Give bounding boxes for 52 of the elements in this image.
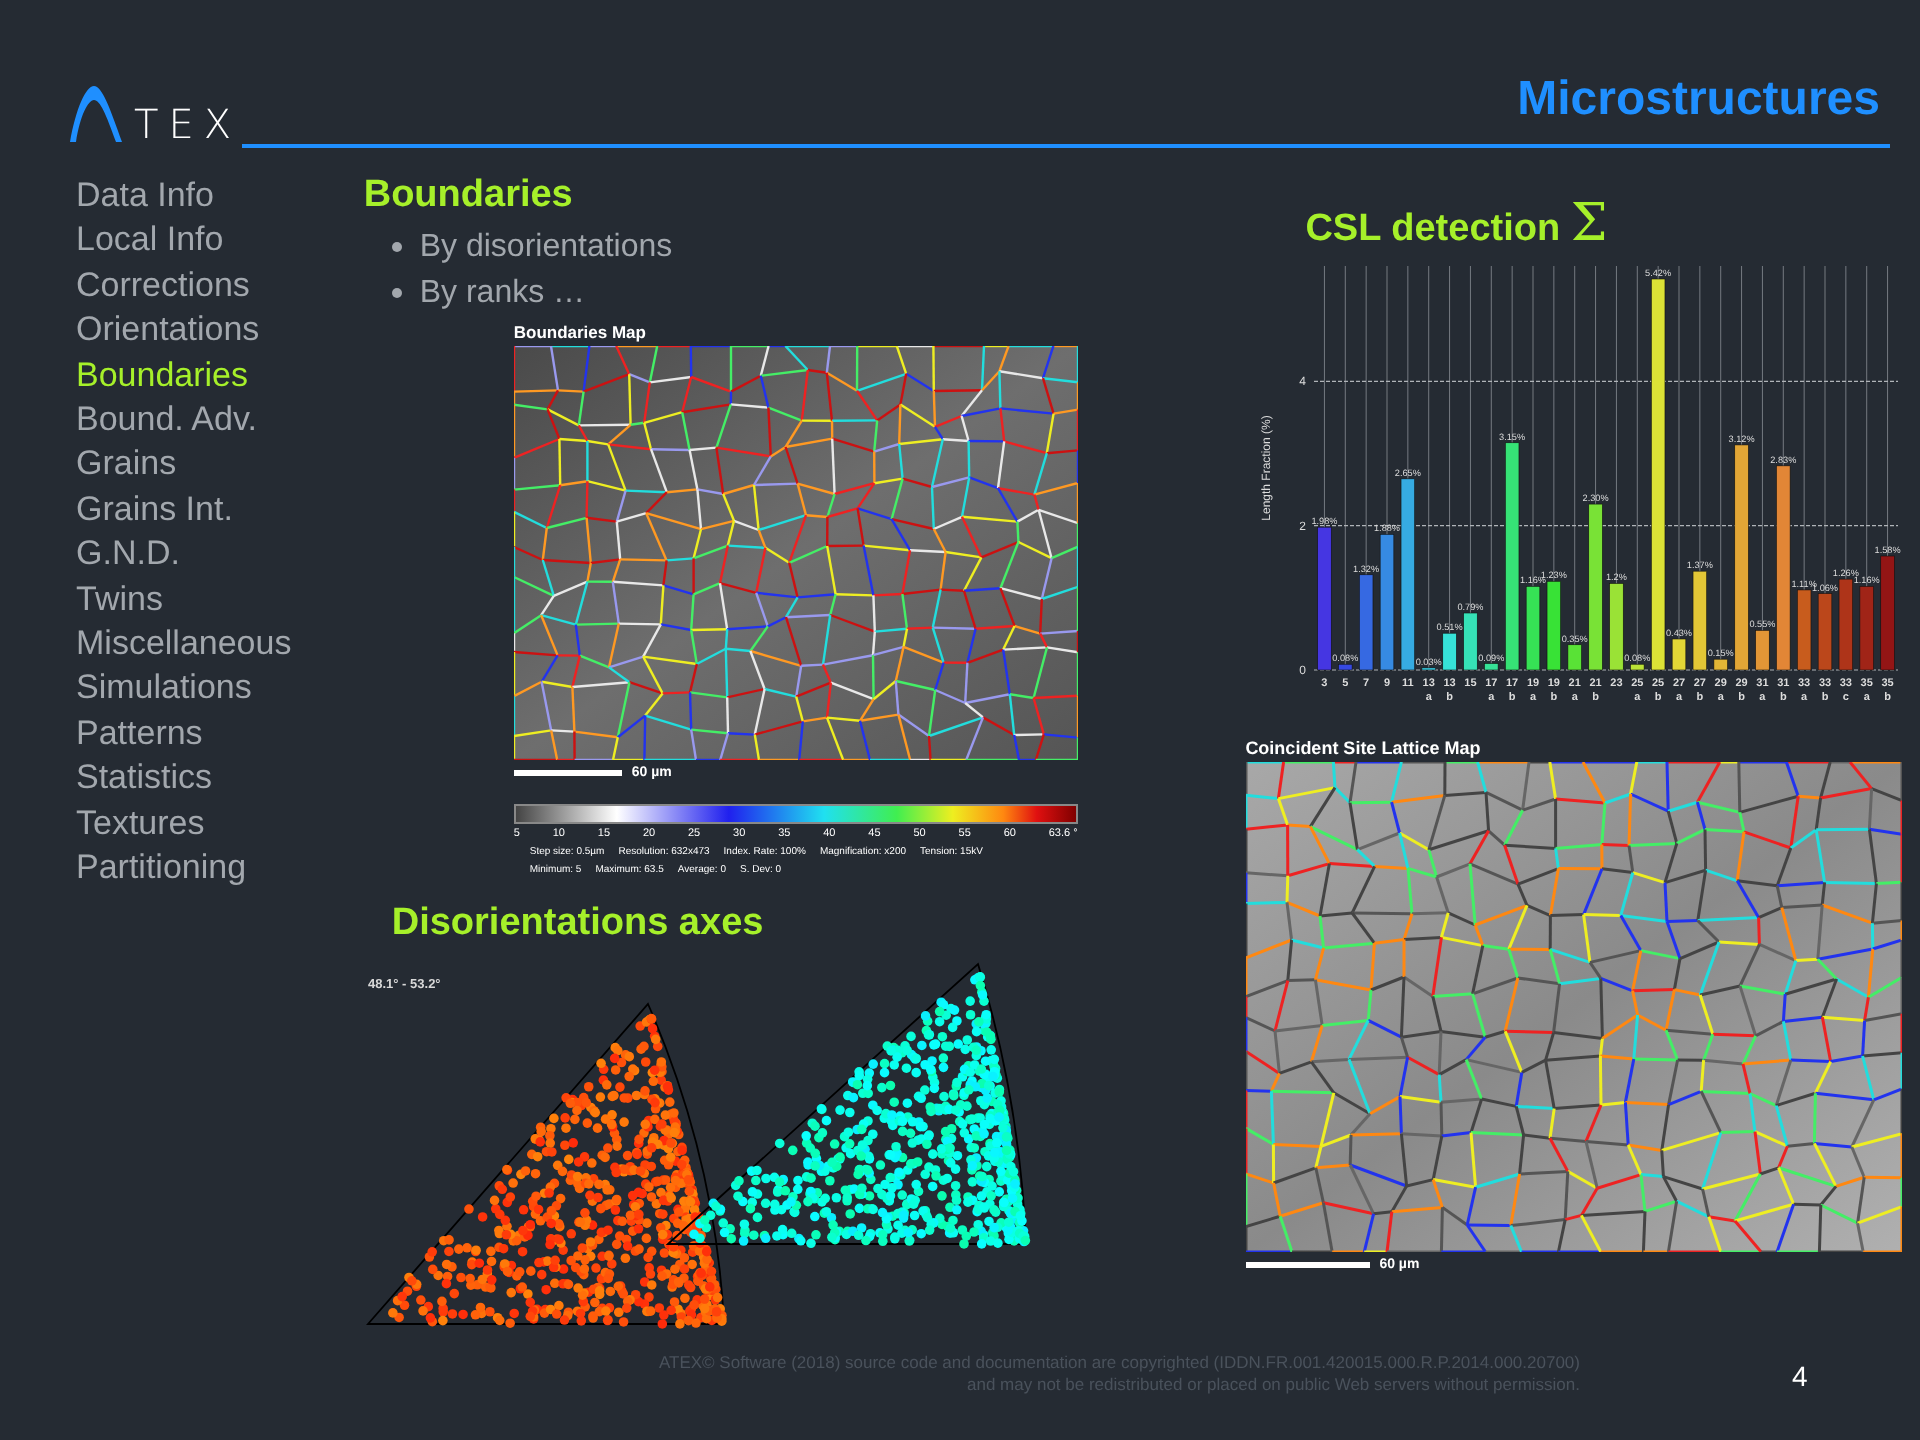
chart-bar (1817, 593, 1832, 671)
sidebar-item[interactable]: Textures (76, 801, 364, 847)
sidebar-item[interactable]: Partitioning (76, 846, 364, 891)
bullet-icon (391, 242, 402, 252)
chart-bar (1879, 555, 1895, 671)
sidebar-item[interactable]: G.N.D. (76, 532, 364, 578)
chart-bar (1483, 663, 1498, 671)
map-title: Boundaries Map (513, 320, 648, 346)
chart-bar (1858, 586, 1874, 671)
chart-bar (1629, 663, 1644, 671)
chart-bar (1462, 612, 1477, 671)
sidebar-item[interactable]: Orientations (76, 308, 364, 354)
sidebar-item[interactable]: Statistics (76, 756, 364, 802)
sidebar-item[interactable]: Corrections (76, 263, 364, 309)
sidebar-item[interactable]: Bound. Adv. (76, 398, 364, 443)
chart-bar (1712, 658, 1728, 671)
chart-bar (1608, 583, 1623, 671)
page-number: 4 (1792, 1360, 1808, 1392)
section-heading: Boundaries (363, 172, 575, 220)
chart-bar (1525, 586, 1540, 671)
chart-bar (1566, 644, 1582, 671)
chart-bar (1838, 578, 1853, 671)
chart-bar (1546, 580, 1561, 671)
chart-bar (1692, 570, 1707, 671)
bullet-icon (391, 288, 402, 298)
scale-bar (513, 770, 622, 776)
bullet-text: By disorientations (419, 228, 673, 268)
chart-bar (1754, 630, 1769, 671)
sidebar-item[interactable]: Miscellaneous (76, 622, 364, 667)
section-heading: Disorientations axes (391, 900, 766, 948)
logo-arc-icon (68, 84, 124, 144)
sidebar-item[interactable]: Boundaries (76, 353, 364, 399)
sidebar-item[interactable]: Grains (76, 442, 364, 488)
sidebar-item[interactable]: Grains Int. (76, 487, 364, 533)
bullet-text: By ranks … (419, 274, 586, 314)
chart-bar (1671, 638, 1686, 671)
section-heading: CSL detection Σ (1303, 200, 1610, 254)
sidebar-item[interactable]: Simulations (76, 666, 364, 712)
chart-bar (1337, 663, 1352, 671)
scale-bar (1245, 1262, 1370, 1268)
chart-bar (1796, 589, 1811, 671)
sidebar-item[interactable]: Patterns (76, 711, 364, 757)
slide-title: Microstructures (1517, 72, 1880, 128)
chart-bar (1379, 534, 1394, 671)
chart-bar (1358, 574, 1373, 671)
map-title: Coincident Site Lattice Map (1245, 736, 1483, 762)
chart-bar (1441, 632, 1457, 671)
logo-text: TEX (134, 104, 242, 144)
sidebar-item[interactable]: Data Info (76, 174, 364, 219)
sidebar-item[interactable]: Local Info (76, 218, 364, 264)
sidebar-item[interactable]: Twins (76, 577, 364, 623)
sigma-symbol: Σ (1570, 194, 1608, 254)
